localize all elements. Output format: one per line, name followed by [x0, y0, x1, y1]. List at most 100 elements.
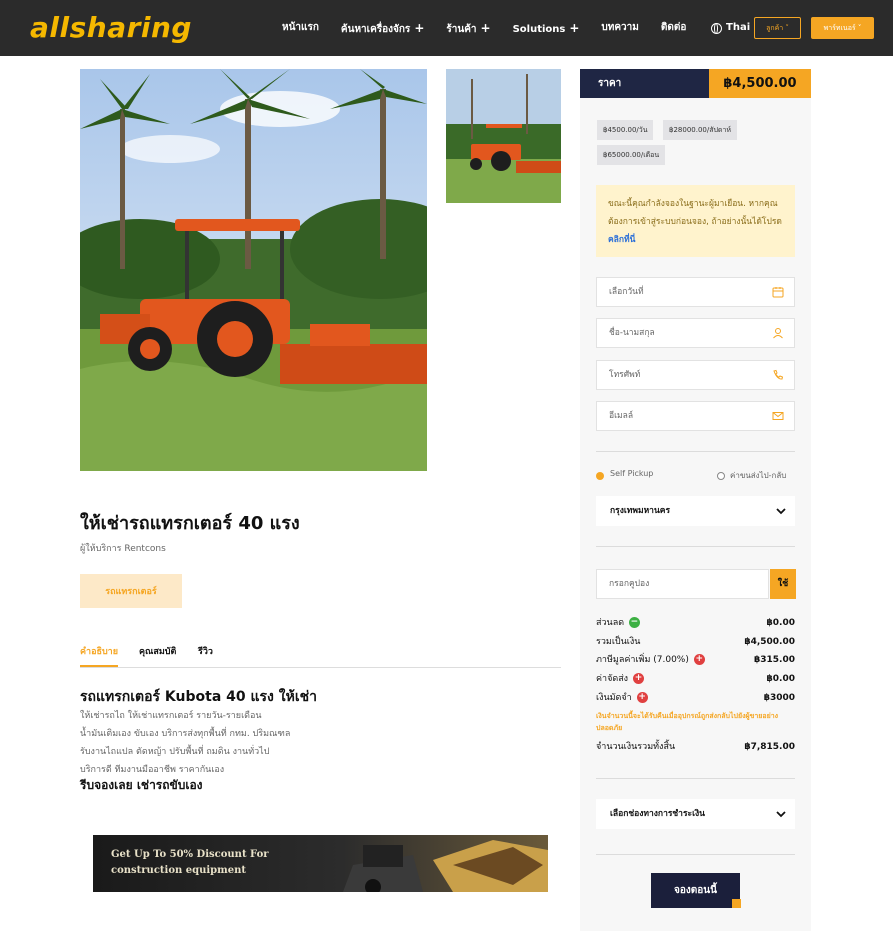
delivery-label[interactable]: ค่าขนส่งไป-กลับ: [730, 469, 786, 482]
login-link[interactable]: คลิกที่นี่: [608, 235, 635, 245]
price-label: ราคา: [598, 78, 622, 89]
book-now-button[interactable]: จองตอนนี้: [651, 873, 740, 908]
discount-value: ฿0.00: [766, 618, 795, 628]
coupon-placeholder: กรอกคูปอง: [609, 579, 650, 589]
name-placeholder: ชื่อ-นามสกุล: [609, 328, 655, 338]
name-field[interactable]: ชื่อ-นามสกุล: [596, 318, 795, 348]
description-line: ให้เช่ารถไถ ให้เช่าแทรกเตอร์ รายวัน-รายเ…: [80, 711, 262, 721]
payment-method-select[interactable]: เลือกช่องทางการชำระเงิน: [596, 799, 795, 829]
shipping-value: ฿0.00: [766, 674, 795, 684]
user-icon: [773, 328, 783, 339]
shipping-label: ค่าจัดส่ง: [596, 674, 629, 684]
nav-item-label: ติดต่อ: [660, 22, 687, 33]
calendar-icon: [772, 287, 784, 298]
rate-badge-week[interactable]: ฿28000.00/สัปดาห์: [663, 120, 738, 140]
plus-icon: +: [414, 21, 425, 35]
description-line: น้ำมันเติมเอง ขับเอง บริการส่งทุกพื้นที่…: [80, 729, 291, 739]
phone-placeholder: โทรศัพท์: [609, 370, 641, 380]
notice-text: ขณะนี้คุณกำลังจองในฐานะผู้มาเยือน. หากคุ…: [608, 199, 782, 227]
plus-icon: +: [569, 21, 580, 35]
divider: [596, 451, 795, 452]
discount-row: ส่วนลด − ฿0.00: [596, 616, 795, 630]
site-logo[interactable]: allsharing: [30, 10, 192, 46]
partner-menu-button[interactable]: พาร์ทเนอร์ ˅: [811, 17, 874, 39]
banner-text: Get Up To 50% Discount For construction …: [111, 847, 269, 879]
nav-item-label: หน้าแรก: [282, 22, 319, 33]
vat-value: ฿315.00: [754, 655, 795, 665]
product-provider[interactable]: ผู้ให้บริการ Rentcons: [80, 541, 166, 555]
nav-item-label: ค้นหาเครื่องจักร: [340, 24, 411, 35]
plus-circle-icon[interactable]: +: [636, 692, 648, 703]
nav-item-home[interactable]: หน้าแรก: [282, 18, 319, 40]
globe-icon: [711, 22, 722, 34]
nav-item-contact[interactable]: ติดต่อ: [661, 18, 687, 40]
guest-notice: ขณะนี้คุณกำลังจองในฐานะผู้มาเยือน. หากคุ…: [596, 185, 795, 257]
language-label: Thai: [726, 22, 751, 33]
banner-line: Get Up To 50% Discount For: [111, 849, 269, 860]
site-header: allsharing หน้าแรก ค้นหาเครื่องจักร + ร้า…: [0, 0, 893, 56]
phone-icon: [773, 369, 784, 380]
description-title: รถแทรกเตอร์ Kubota 40 แรง ให้เช่า: [80, 689, 317, 705]
nav-item-label: ร้านค้า: [446, 24, 477, 35]
delivery-options: Self Pickup ค่าขนส่งไป-กลับ: [596, 469, 795, 483]
category-tag[interactable]: รถแทรกเตอร์: [80, 574, 182, 608]
plus-circle-icon[interactable]: +: [632, 673, 644, 684]
tab-specifications[interactable]: คุณสมบัติ: [139, 645, 176, 659]
nav-item-articles[interactable]: บทความ: [601, 18, 638, 40]
customer-menu-button[interactable]: ลูกค้า ˅: [754, 17, 801, 39]
plus-circle-icon[interactable]: +: [693, 654, 705, 665]
tab-reviews[interactable]: รีวิว: [198, 645, 213, 659]
description-line: รับงานไถแปล ตัดหญ้า ปรับพื้นที่ ถมดิน งา…: [80, 747, 270, 757]
language-selector[interactable]: Thai: [711, 18, 750, 38]
divider: [596, 854, 795, 855]
subtotal-row: รวมเป็นเงิน ฿4,500.00: [596, 635, 795, 649]
tractor-thumbnail-illustration: [446, 69, 561, 203]
price-value: ฿4,500.00: [709, 69, 811, 98]
nav-item-solutions[interactable]: Solutions +: [513, 18, 580, 40]
rate-badge-day[interactable]: ฿4500.00/วัน: [597, 120, 654, 140]
self-pickup-label[interactable]: Self Pickup: [610, 469, 653, 478]
plus-icon: +: [480, 21, 491, 35]
promo-banner[interactable]: Get Up To 50% Discount For construction …: [93, 835, 548, 892]
minus-circle-icon[interactable]: −: [628, 617, 640, 628]
apply-coupon-button[interactable]: ใช้: [770, 569, 796, 599]
rate-badge-month[interactable]: ฿65000.00/เดือน: [597, 145, 666, 165]
product-main-photo[interactable]: [80, 69, 427, 471]
nav-item-label: บทความ: [601, 22, 639, 33]
delivery-radio[interactable]: [717, 472, 725, 480]
chevron-down-icon: [776, 811, 786, 818]
subtotal-label: รวมเป็นเงิน: [596, 637, 641, 647]
vat-label: ภาษีมูลค่าเพิ่ม (7.00%): [596, 655, 689, 665]
date-field[interactable]: เลือกวันที่: [596, 277, 795, 307]
discount-label: ส่วนลด: [596, 618, 625, 628]
shipping-row: ค่าจัดส่ง + ฿0.00: [596, 672, 795, 686]
product-tabs: คำอธิบาย คุณสมบัติ รีวิว: [80, 645, 561, 668]
payment-method-value: เลือกช่องทางการชำระเงิน: [610, 809, 705, 819]
date-placeholder: เลือกวันที่: [609, 287, 644, 297]
coupon-input[interactable]: กรอกคูปอง: [596, 569, 769, 599]
envelope-icon: [772, 412, 784, 420]
tractor-photo-illustration: [80, 69, 427, 471]
tab-description[interactable]: คำอธิบาย: [80, 645, 119, 667]
vat-row: ภาษีมูลค่าเพิ่ม (7.00%) + ฿315.00: [596, 653, 795, 667]
self-pickup-radio[interactable]: [596, 472, 604, 480]
price-bar: ราคา ฿4,500.00: [580, 69, 811, 98]
divider: [596, 546, 795, 547]
email-field[interactable]: อีเมลล์: [596, 401, 795, 431]
deposit-row: เงินมัดจำ + ฿3000: [596, 691, 795, 705]
product-thumbnail-photo[interactable]: [446, 69, 561, 203]
nav-item-label: Solutions: [512, 24, 566, 35]
email-placeholder: อีเมลล์: [609, 411, 634, 421]
province-select[interactable]: กรุงเทพมหานคร: [596, 496, 795, 526]
description-cta: รีบจองเลย เช่ารถขับเอง: [80, 778, 203, 792]
nav-item-shops[interactable]: ร้านค้า +: [446, 18, 490, 40]
button-corner-accent: [732, 899, 741, 908]
deposit-note: เงินจำนวนนี้จะได้รับคืนเมื่ออุปกรณ์ถูกส่…: [596, 712, 779, 732]
phone-field[interactable]: โทรศัพท์: [596, 360, 795, 390]
product-title: ให้เช่ารถแทรกเตอร์ 40 แรง: [80, 513, 300, 534]
nav-item-search-machines[interactable]: ค้นหาเครื่องจักร +: [341, 18, 424, 40]
booking-sidebar: ราคา ฿4,500.00 ฿4500.00/วัน ฿28000.00/สั…: [580, 69, 811, 931]
province-value: กรุงเทพมหานคร: [610, 506, 671, 516]
banner-line: construction equipment: [111, 865, 246, 876]
description-line: บริการดี ทีมงานมืออาชีพ ราคากันเอง: [80, 765, 225, 775]
